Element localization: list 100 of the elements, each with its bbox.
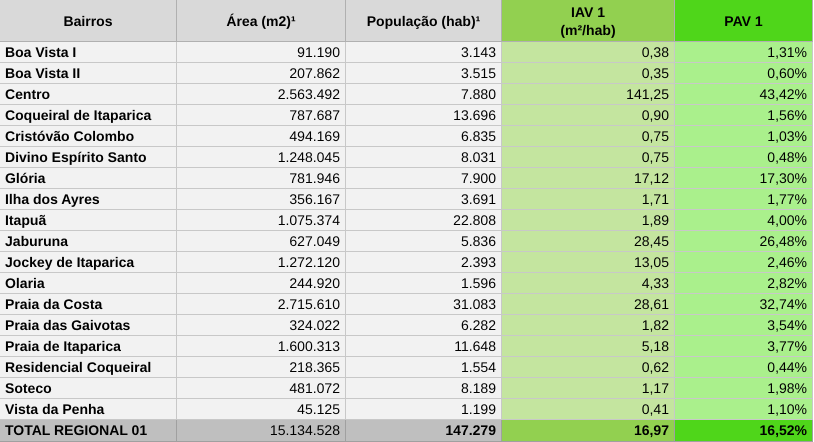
table-cell: Olaria <box>0 273 177 294</box>
table-cell: 2.715.610 <box>177 294 346 315</box>
table-cell: 4,33 <box>502 273 675 294</box>
table-cell: 5,18 <box>502 336 675 357</box>
table-cell: 1,71 <box>502 189 675 210</box>
table-cell: 1.199 <box>346 399 502 420</box>
table-cell: 0,62 <box>502 357 675 378</box>
table-cell: 1.272.120 <box>177 252 346 273</box>
table-cell: Boa Vista II <box>0 63 177 84</box>
column-header: Área (m2)¹ <box>177 0 346 42</box>
table-cell: 1,17 <box>502 378 675 399</box>
table-cell: 43,42% <box>675 84 813 105</box>
table-cell: 7.880 <box>346 84 502 105</box>
table-cell: 28,45 <box>502 231 675 252</box>
table-cell: 45.125 <box>177 399 346 420</box>
table-cell: 1.600.313 <box>177 336 346 357</box>
table-cell: 141,25 <box>502 84 675 105</box>
table-cell: 17,30% <box>675 168 813 189</box>
table-cell: 1,82 <box>502 315 675 336</box>
table-cell: 787.687 <box>177 105 346 126</box>
table-cell: 0,48% <box>675 147 813 168</box>
table-cell: 0,35 <box>502 63 675 84</box>
table-cell: Coqueiral de Itaparica <box>0 105 177 126</box>
column-header: IAV 1 (m²/hab) <box>502 0 675 42</box>
table-cell: 781.946 <box>177 168 346 189</box>
column-header: Bairros <box>0 0 177 42</box>
table-cell: 494.169 <box>177 126 346 147</box>
table-cell: 2,82% <box>675 273 813 294</box>
table-cell: 244.920 <box>177 273 346 294</box>
table-cell: 2,46% <box>675 252 813 273</box>
table-cell: 481.072 <box>177 378 346 399</box>
table-cell: 4,00% <box>675 210 813 231</box>
table-cell: Residencial Coqueiral <box>0 357 177 378</box>
table-cell: 0,38 <box>502 42 675 63</box>
table-cell: 356.167 <box>177 189 346 210</box>
table-cell: Praia da Costa <box>0 294 177 315</box>
table-cell: 1.596 <box>346 273 502 294</box>
table-cell: 3.143 <box>346 42 502 63</box>
table-cell: Cristóvão Colombo <box>0 126 177 147</box>
table-cell: Jaburuna <box>0 231 177 252</box>
table-cell: 1,56% <box>675 105 813 126</box>
table-cell: Itapuã <box>0 210 177 231</box>
table-cell: 17,12 <box>502 168 675 189</box>
table-cell: 6.282 <box>346 315 502 336</box>
table-cell: 7.900 <box>346 168 502 189</box>
table-cell: 1,03% <box>675 126 813 147</box>
total-cell: 147.279 <box>346 420 502 442</box>
table-cell: Glória <box>0 168 177 189</box>
table-cell: 2.393 <box>346 252 502 273</box>
table-cell: 91.190 <box>177 42 346 63</box>
table-cell: Centro <box>0 84 177 105</box>
table-cell: 1.248.045 <box>177 147 346 168</box>
table-cell: 3,54% <box>675 315 813 336</box>
table-cell: 13.696 <box>346 105 502 126</box>
table-cell: 0,60% <box>675 63 813 84</box>
table-cell: 1,10% <box>675 399 813 420</box>
total-cell: 16,97 <box>502 420 675 442</box>
table-cell: 0,75 <box>502 147 675 168</box>
table-cell: Praia das Gaivotas <box>0 315 177 336</box>
table-cell: 5.836 <box>346 231 502 252</box>
table-cell: Boa Vista I <box>0 42 177 63</box>
table-cell: 207.862 <box>177 63 346 84</box>
table-cell: 324.022 <box>177 315 346 336</box>
table-cell: 0,90 <box>502 105 675 126</box>
table-cell: Soteco <box>0 378 177 399</box>
column-header: PAV 1 <box>675 0 813 42</box>
table-cell: 8.031 <box>346 147 502 168</box>
table-cell: Vista da Penha <box>0 399 177 420</box>
total-cell: 16,52% <box>675 420 813 442</box>
table-cell: 1.554 <box>346 357 502 378</box>
table-cell: 26,48% <box>675 231 813 252</box>
table-cell: 13,05 <box>502 252 675 273</box>
table-cell: 11.648 <box>346 336 502 357</box>
table-cell: Ilha dos Ayres <box>0 189 177 210</box>
table-cell: Divino Espírito Santo <box>0 147 177 168</box>
table-cell: 8.189 <box>346 378 502 399</box>
total-cell: 15.134.528 <box>177 420 346 442</box>
table-cell: 31.083 <box>346 294 502 315</box>
table-cell: 22.808 <box>346 210 502 231</box>
total-cell: TOTAL REGIONAL 01 <box>0 420 177 442</box>
table-cell: 32,74% <box>675 294 813 315</box>
table-cell: 0,41 <box>502 399 675 420</box>
table-cell: 1,98% <box>675 378 813 399</box>
table-cell: 218.365 <box>177 357 346 378</box>
table-cell: 0,75 <box>502 126 675 147</box>
table-cell: 1,89 <box>502 210 675 231</box>
table-cell: Praia de Itaparica <box>0 336 177 357</box>
table-cell: 0,44% <box>675 357 813 378</box>
table-cell: 3,77% <box>675 336 813 357</box>
table-cell: 3.691 <box>346 189 502 210</box>
table-cell: 28,61 <box>502 294 675 315</box>
table-cell: 627.049 <box>177 231 346 252</box>
column-header: População (hab)¹ <box>346 0 502 42</box>
table-cell: 1.075.374 <box>177 210 346 231</box>
table-cell: 2.563.492 <box>177 84 346 105</box>
table-cell: 1,31% <box>675 42 813 63</box>
table-cell: 3.515 <box>346 63 502 84</box>
table-cell: Jockey de Itaparica <box>0 252 177 273</box>
table-cell: 1,77% <box>675 189 813 210</box>
table-cell: 6.835 <box>346 126 502 147</box>
